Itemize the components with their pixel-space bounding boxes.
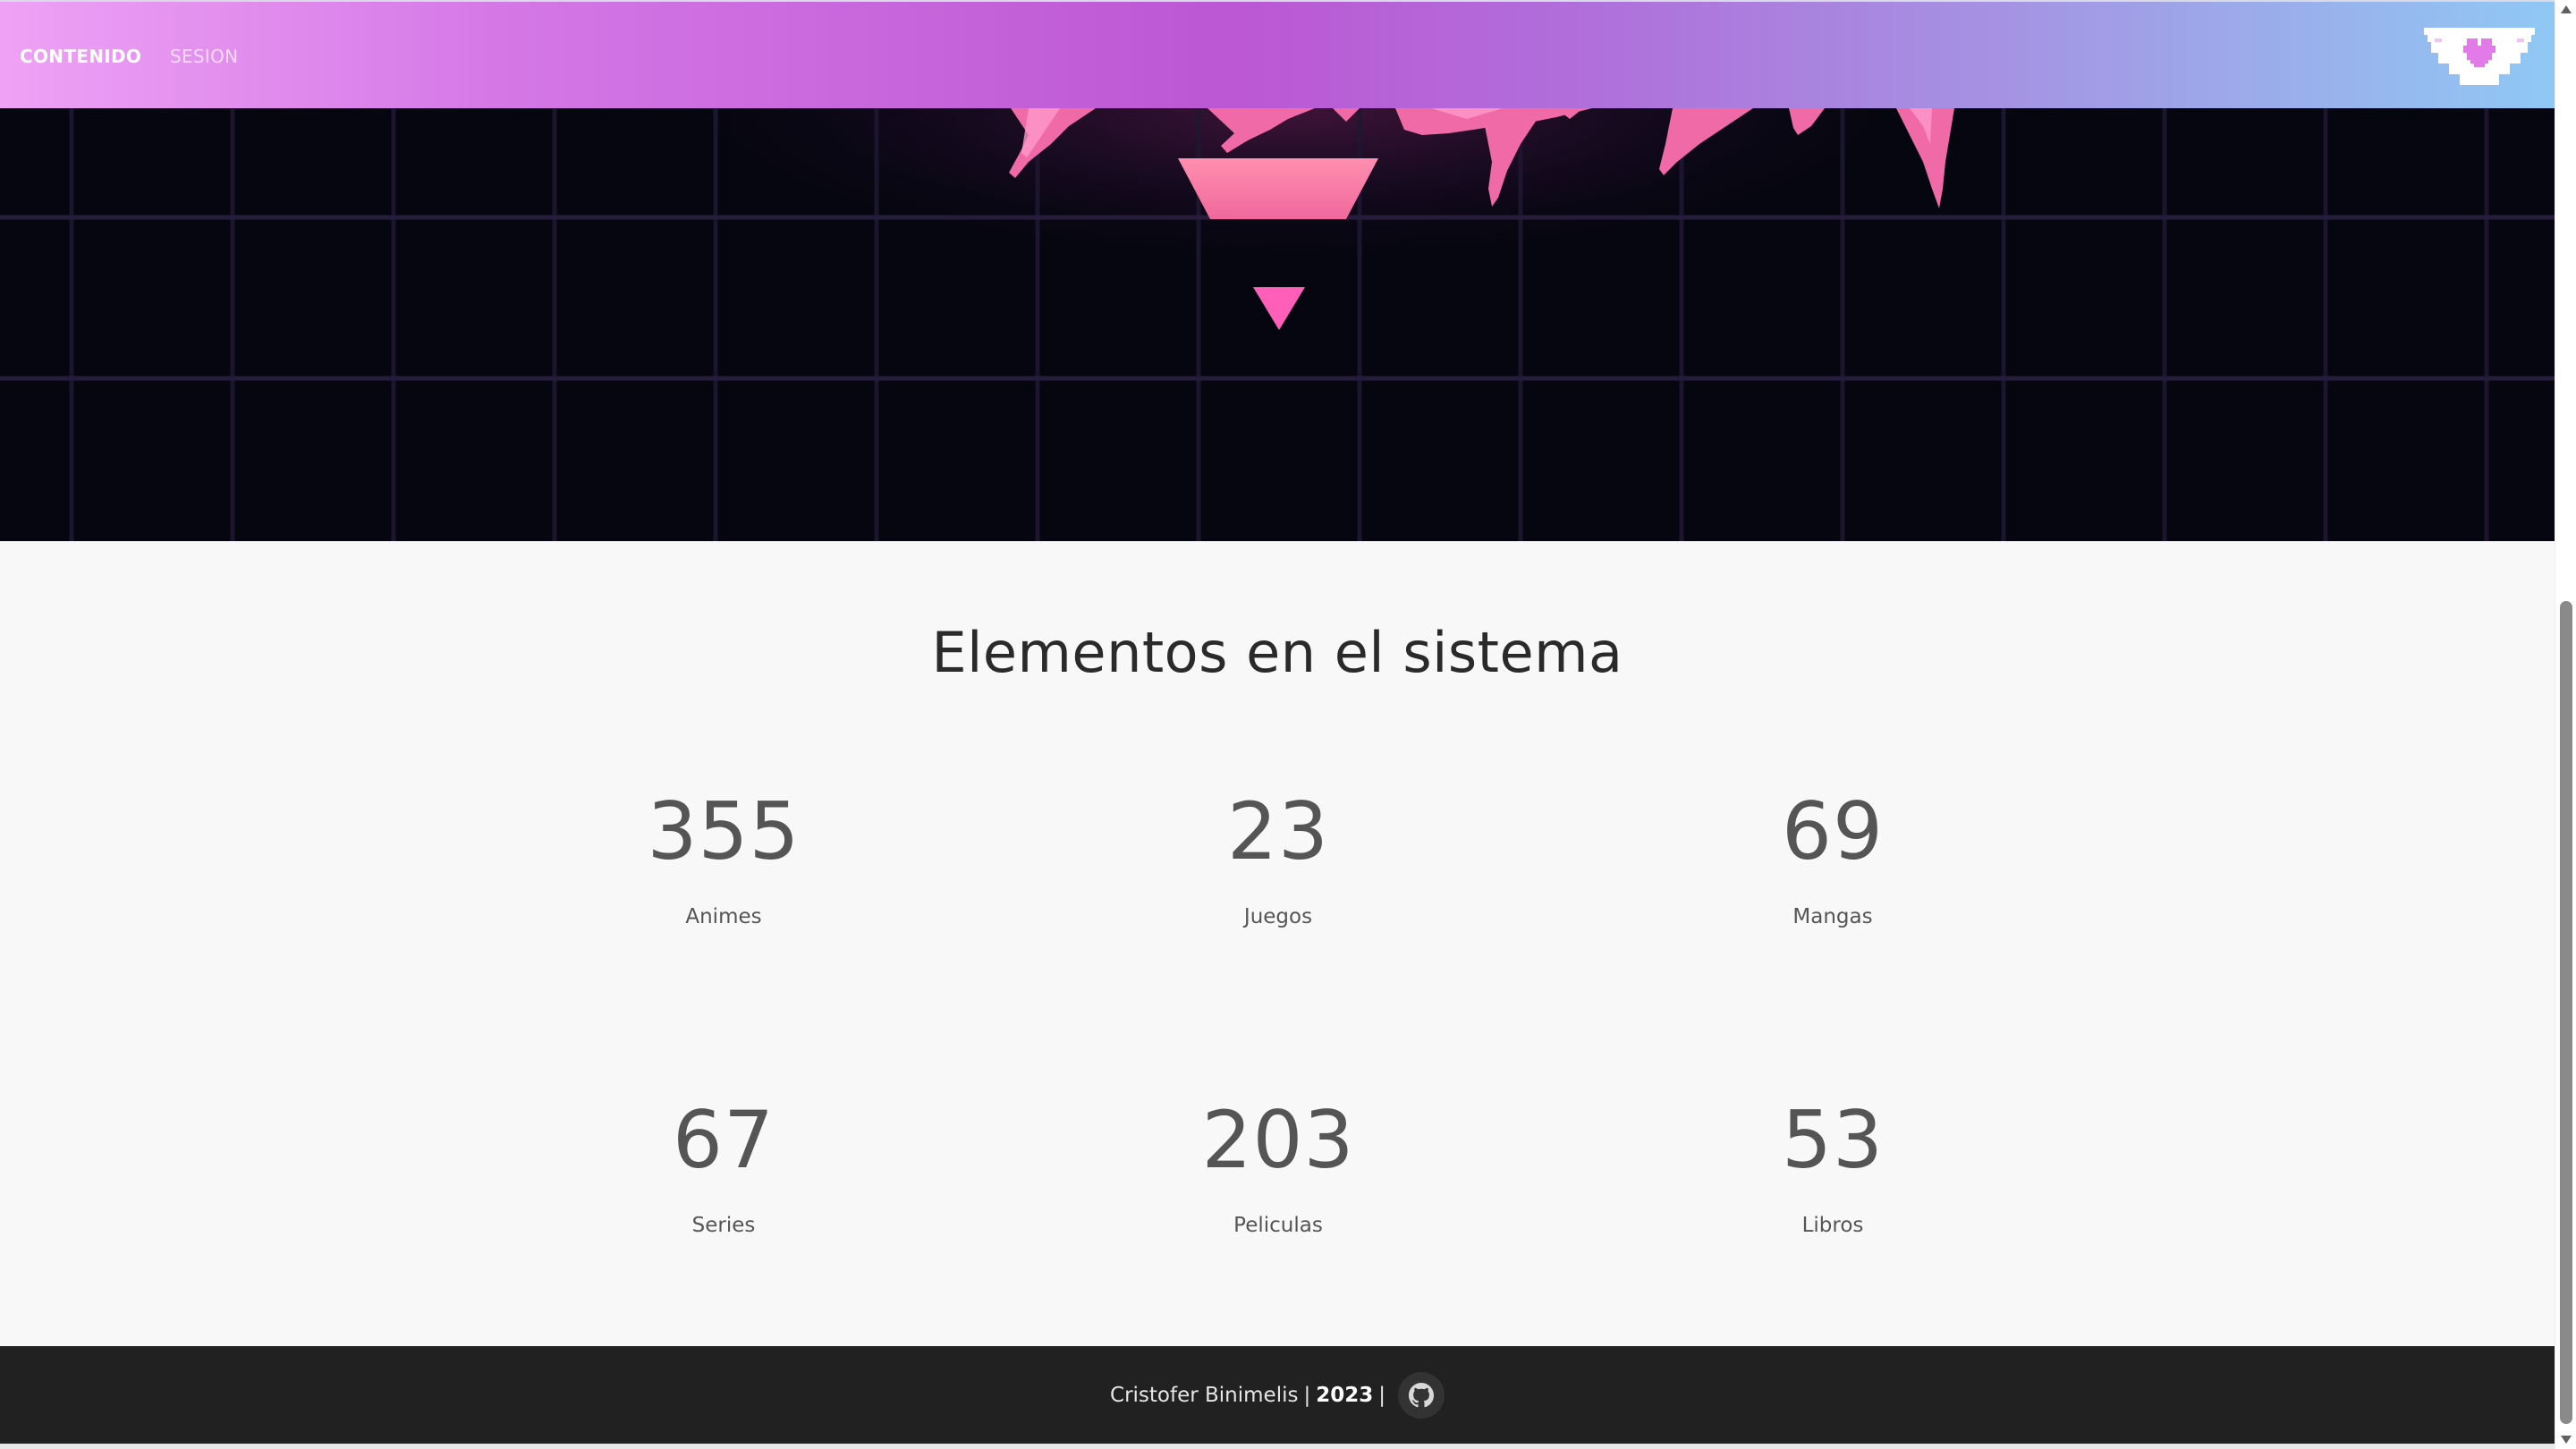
stats-section: Elementos en el sistema 355 Animes 23 Ju… [0, 541, 2555, 1346]
stat-label: Series [691, 1214, 756, 1237]
stat-label: Juegos [1243, 905, 1313, 928]
page-scrollbar[interactable] [2555, 0, 2576, 1449]
scroll-up-arrow-icon[interactable] [2561, 5, 2572, 13]
top-navbar: CONTENIDO SESION [0, 0, 2555, 108]
pink-trapezoid [1178, 158, 1378, 219]
stat-libros: 53 Libros [1636, 1094, 2029, 1238]
pixel-heart-shield-icon[interactable] [2424, 27, 2535, 86]
stat-mangas: 69 Mangas [1636, 785, 2029, 929]
stat-peliculas: 203 Peliculas [1081, 1094, 1475, 1238]
footer-separator: | [1378, 1383, 1385, 1407]
nav-link-contenido[interactable]: CONTENIDO [20, 46, 141, 67]
footer: Cristofer Binimelis | 2023 | [0, 1346, 2555, 1449]
github-button[interactable] [1397, 1371, 1445, 1419]
hero-artwork [0, 108, 2555, 541]
footer-author: Cristofer Binimelis [1110, 1383, 1299, 1407]
scrollbar-thumb[interactable] [2560, 601, 2572, 1424]
stat-series: 67 Series [527, 1094, 920, 1238]
stat-value: 67 [673, 1094, 775, 1186]
footer-year: 2023 [1316, 1383, 1374, 1407]
stats-title: Elementos en el sistema [931, 620, 1623, 685]
stat-value: 69 [1782, 785, 1884, 877]
stat-label: Mangas [1792, 905, 1873, 928]
stat-value: 23 [1227, 785, 1329, 877]
stat-label: Libros [1801, 1214, 1864, 1237]
stat-value: 53 [1782, 1094, 1884, 1186]
stat-label: Peliculas [1233, 1214, 1323, 1237]
scroll-down-arrow-icon[interactable] [2561, 1436, 2572, 1444]
github-icon [1408, 1382, 1434, 1407]
footer-separator: | [1303, 1383, 1311, 1407]
footer-credits: Cristofer Binimelis | 2023 | [0, 1346, 2555, 1444]
stat-label: Animes [685, 905, 762, 928]
stat-value: 203 [1201, 1094, 1355, 1186]
nav-link-sesion[interactable]: SESION [170, 46, 238, 67]
stat-juegos: 23 Juegos [1081, 785, 1475, 929]
hero-banner [0, 108, 2555, 541]
stat-animes: 355 Animes [527, 785, 920, 929]
page: CONTENIDO SESION Elementos en el sistema… [0, 0, 2555, 1449]
stat-value: 355 [647, 785, 801, 877]
